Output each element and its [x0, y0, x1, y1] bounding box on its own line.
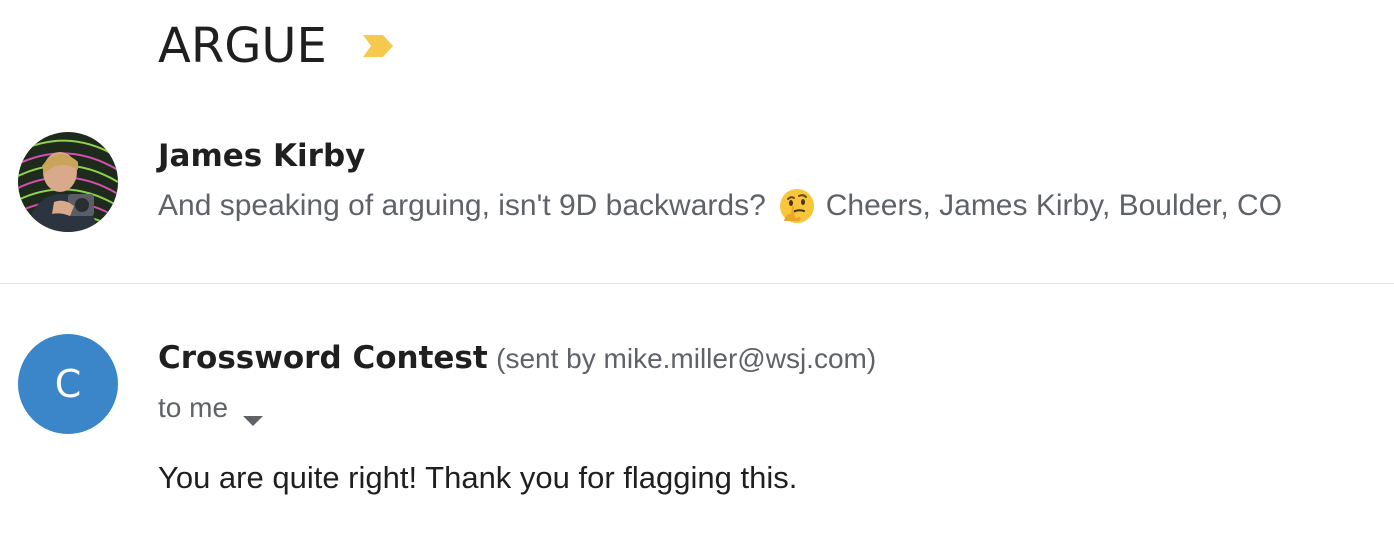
- recipient-label: to me: [158, 392, 229, 423]
- recipient-row: to me: [158, 390, 264, 426]
- sender-avatar-letter[interactable]: C: [18, 334, 118, 434]
- message-divider: [0, 283, 1394, 284]
- message-sender-name[interactable]: James Kirby: [158, 136, 365, 176]
- thread-subject: ARGUE: [158, 18, 327, 74]
- sent-by-address: (sent by mike.miller@wsj.com): [496, 343, 877, 374]
- snippet-signature: Cheers, James Kirby, Boulder, CO: [825, 189, 1283, 222]
- snippet-text: And speaking of arguing, isn't 9D backwa…: [158, 189, 766, 222]
- email-thread-view: ARGUE James Kirby And speaking of arguin…: [0, 0, 1394, 542]
- message-header: Crossword Contest (sent by mike.miller@w…: [158, 338, 876, 384]
- thinking-face-emoji: [778, 187, 816, 225]
- subject-row: ARGUE: [158, 16, 395, 76]
- message-body: You are quite right! Thank you for flagg…: [158, 460, 798, 495]
- sender-avatar-photo[interactable]: [18, 132, 118, 232]
- caret-down-icon[interactable]: [242, 401, 264, 426]
- message-snippet[interactable]: And speaking of arguing, isn't 9D backwa…: [158, 186, 1282, 226]
- message-sender-name[interactable]: Crossword Contest: [158, 340, 488, 376]
- importance-marker-icon[interactable]: [361, 33, 395, 59]
